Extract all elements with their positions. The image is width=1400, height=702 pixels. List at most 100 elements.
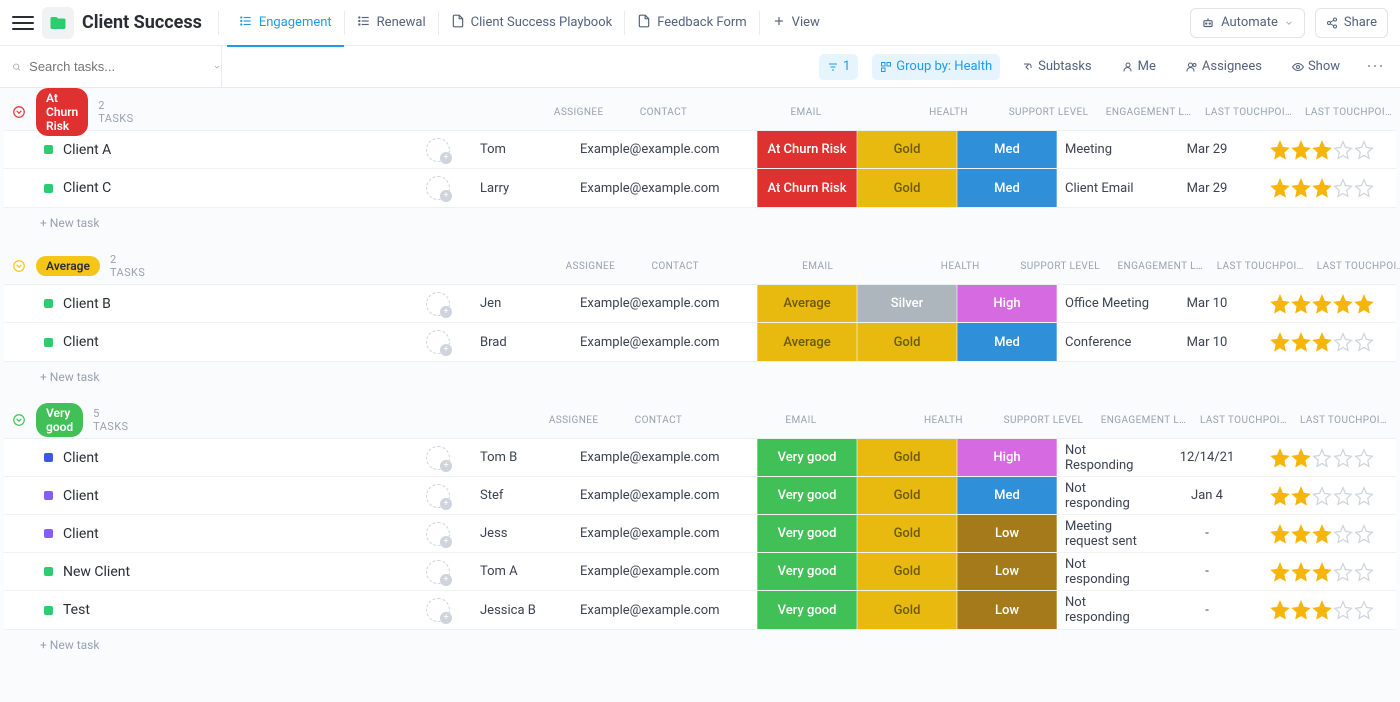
assignee-cell[interactable] [404,131,472,168]
task-name-cell[interactable]: Client C [4,169,404,207]
support-cell[interactable]: Gold [857,439,957,476]
nps-cell[interactable] [1257,323,1387,361]
engagement-cell[interactable]: Med [957,169,1057,207]
folder-icon[interactable] [42,7,74,39]
email-cell[interactable]: Example@example.com [572,285,757,322]
engagement-cell[interactable]: Low [957,553,1057,590]
touch-date-cell[interactable]: Mar 10 [1157,323,1257,361]
engagement-cell[interactable]: Med [957,131,1057,168]
filter-button[interactable]: 1 [819,54,858,80]
more-button[interactable]: ⋯ [1362,56,1388,77]
email-cell[interactable]: Example@example.com [572,591,757,629]
touch-date-cell[interactable]: - [1157,591,1257,629]
touch-date-cell[interactable]: Mar 29 [1157,169,1257,207]
email-cell[interactable]: Example@example.com [572,477,757,514]
contact-cell[interactable]: Tom B [472,439,572,476]
assignee-cell[interactable] [404,285,472,322]
task-name-cell[interactable]: Client A [4,131,404,168]
new-task-button[interactable]: + New task [0,630,1400,658]
support-cell[interactable]: Gold [857,553,957,590]
email-cell[interactable]: Example@example.com [572,323,757,361]
task-name-cell[interactable]: Client [4,515,404,552]
contact-cell[interactable]: Larry [472,169,572,207]
collapse-icon[interactable] [12,258,26,274]
touch-type-cell[interactable]: Conference [1057,323,1157,361]
email-cell[interactable]: Example@example.com [572,131,757,168]
contact-cell[interactable]: Tom [472,131,572,168]
task-name-cell[interactable]: Client B [4,285,404,322]
touch-type-cell[interactable]: Office Meeting [1057,285,1157,322]
email-cell[interactable]: Example@example.com [572,169,757,207]
table-row[interactable]: Client B Jen Example@example.com Average… [4,285,1396,323]
contact-cell[interactable]: Jess [472,515,572,552]
group-badge[interactable]: At Churn Risk [36,88,88,136]
touch-type-cell[interactable]: Meeting [1057,131,1157,168]
touch-type-cell[interactable]: Client Email [1057,169,1157,207]
contact-cell[interactable]: Brad [472,323,572,361]
health-cell[interactable]: At Churn Risk [757,131,857,168]
task-name-cell[interactable]: Test [4,591,404,629]
task-name-cell[interactable]: Client [4,439,404,476]
table-row[interactable]: Client Brad Example@example.com Average … [4,323,1396,361]
assignee-cell[interactable] [404,169,472,207]
touch-type-cell[interactable]: Meeting request sent [1057,515,1157,552]
contact-cell[interactable]: Tom A [472,553,572,590]
assignee-cell[interactable] [404,323,472,361]
health-cell[interactable]: Average [757,285,857,322]
tab-renewal[interactable]: Renewal [345,0,438,46]
touch-type-cell[interactable]: Not responding [1057,553,1157,590]
group-badge[interactable]: Average [36,256,100,276]
touch-date-cell[interactable]: Jan 4 [1157,477,1257,514]
support-cell[interactable]: Gold [857,477,957,514]
assignee-cell[interactable] [404,477,472,514]
group-by-button[interactable]: Group by: Health [872,54,1000,80]
email-cell[interactable]: Example@example.com [572,439,757,476]
engagement-cell[interactable]: Low [957,591,1057,629]
email-cell[interactable]: Example@example.com [572,553,757,590]
touch-date-cell[interactable]: - [1157,515,1257,552]
task-name-cell[interactable]: Client [4,323,404,361]
new-task-button[interactable]: + New task [0,362,1400,390]
table-row[interactable]: Client Tom B Example@example.com Very go… [4,439,1396,477]
task-name-cell[interactable]: New Client [4,553,404,590]
support-cell[interactable]: Gold [857,131,957,168]
touch-type-cell[interactable]: Not responding [1057,477,1157,514]
nps-cell[interactable] [1257,131,1387,168]
health-cell[interactable]: Average [757,323,857,361]
contact-cell[interactable]: Jessica B [472,591,572,629]
contact-cell[interactable]: Jen [472,285,572,322]
new-task-button[interactable]: + New task [0,208,1400,236]
table-row[interactable]: Client Stef Example@example.com Very goo… [4,477,1396,515]
engagement-cell[interactable]: High [957,439,1057,476]
engagement-cell[interactable]: Low [957,515,1057,552]
table-row[interactable]: Client C Larry Example@example.com At Ch… [4,169,1396,207]
touch-date-cell[interactable]: Mar 10 [1157,285,1257,322]
support-cell[interactable]: Gold [857,591,957,629]
health-cell[interactable]: Very good [757,477,857,514]
table-row[interactable]: Client A Tom Example@example.com At Chur… [4,131,1396,169]
collapse-icon[interactable] [12,104,26,120]
assignee-cell[interactable] [404,439,472,476]
health-cell[interactable]: Very good [757,439,857,476]
engagement-cell[interactable]: Med [957,477,1057,514]
health-cell[interactable]: At Churn Risk [757,169,857,207]
nps-cell[interactable] [1257,515,1387,552]
touch-date-cell[interactable]: Mar 29 [1157,131,1257,168]
support-cell[interactable]: Gold [857,515,957,552]
tab-feedback-form[interactable]: Feedback Form [625,0,758,46]
nps-cell[interactable] [1257,169,1387,207]
touch-date-cell[interactable]: 12/14/21 [1157,439,1257,476]
health-cell[interactable]: Very good [757,591,857,629]
assignee-cell[interactable] [404,553,472,590]
support-cell[interactable]: Silver [857,285,957,322]
me-button[interactable]: Me [1114,54,1164,80]
touch-type-cell[interactable]: Not responding [1057,591,1157,629]
tab-client-success-playbook[interactable]: Client Success Playbook [439,0,625,46]
nps-cell[interactable] [1257,285,1387,322]
menu-button[interactable] [12,12,34,34]
assignee-cell[interactable] [404,591,472,629]
nps-cell[interactable] [1257,477,1387,514]
health-cell[interactable]: Very good [757,553,857,590]
support-cell[interactable]: Gold [857,323,957,361]
task-name-cell[interactable]: Client [4,477,404,514]
